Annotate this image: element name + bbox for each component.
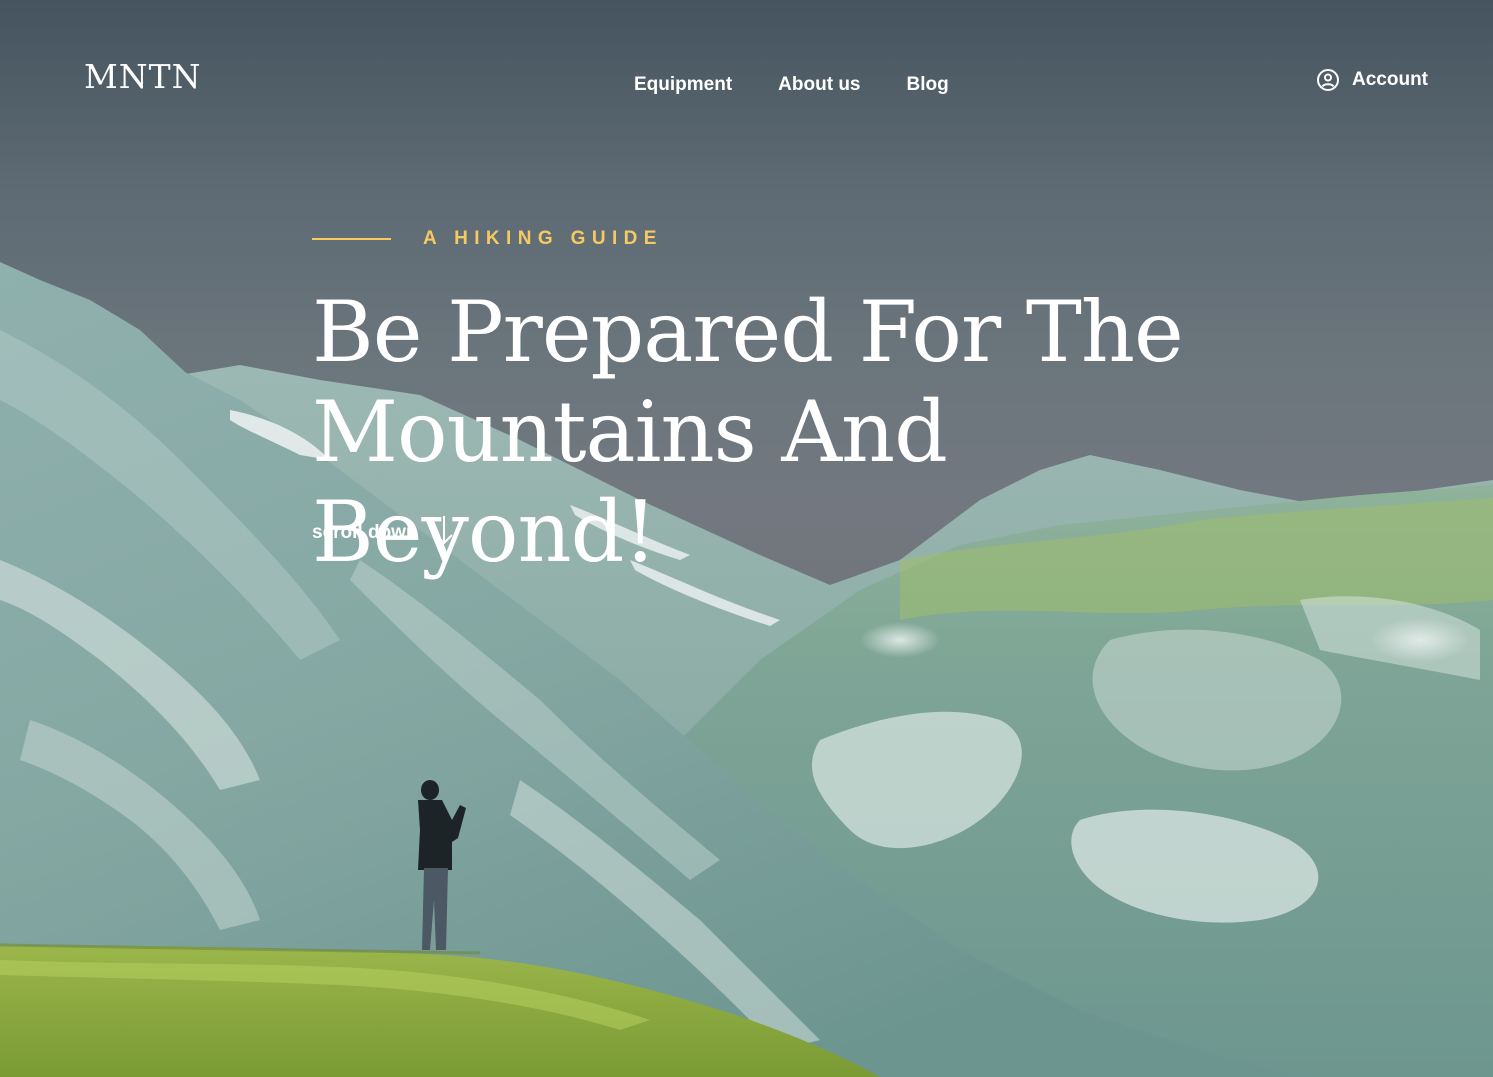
brand-logo[interactable]: MNTN [84,60,202,93]
nav-item-blog[interactable]: Blog [907,74,949,96]
hero-headline: Be Prepared For The Mountains And Beyond… [312,282,1312,582]
main-nav: Equipment About us Blog [634,74,949,96]
nav-item-about-us[interactable]: About us [778,74,860,96]
account-label: Account [1352,69,1428,90]
nav-item-equipment[interactable]: Equipment [634,74,732,96]
kicker-rule [312,238,391,240]
hero-kicker: A HIKING GUIDE [312,228,663,250]
account-link[interactable]: Account [1316,68,1428,92]
hero-section: MNTN Equipment About us Blog Account A H… [0,0,1493,1077]
arrow-down-icon [434,514,454,552]
kicker-text: A HIKING GUIDE [423,228,663,249]
scroll-down-label: scroll down [312,522,418,543]
user-circle-icon [1316,68,1340,92]
headline-line-1: Be Prepared For The [312,283,1184,381]
scroll-down-link[interactable]: scroll down [312,514,454,552]
